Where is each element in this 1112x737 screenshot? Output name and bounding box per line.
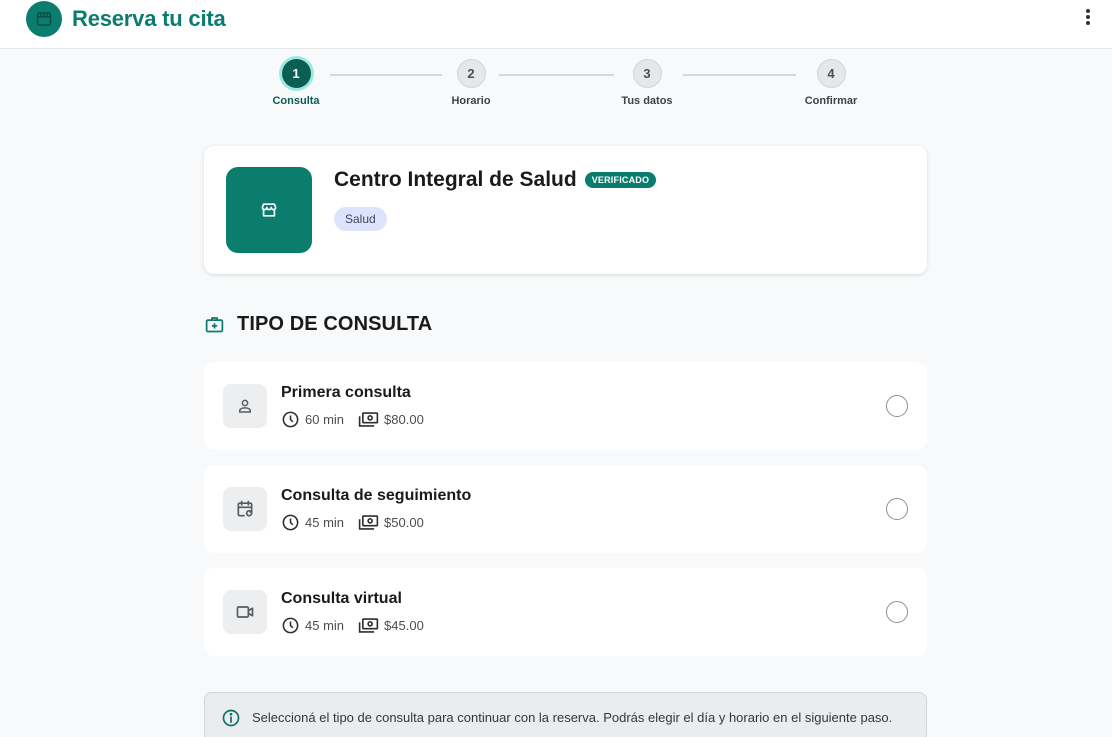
- app-header: Reserva tu cita: [0, 0, 1112, 49]
- select-radio[interactable]: [886, 395, 908, 417]
- step-number: 4: [816, 59, 846, 88]
- center-name: Centro Integral de Salud: [334, 168, 577, 191]
- price-text: $45.00: [384, 618, 424, 633]
- center-name-row: Centro Integral de Salud VERIFICADO: [334, 168, 657, 192]
- step-label: Consulta: [272, 95, 320, 107]
- select-radio[interactable]: [886, 498, 908, 520]
- money-icon: [358, 618, 379, 633]
- step-number: 1: [281, 59, 311, 88]
- option-name: Consulta virtual: [281, 590, 402, 607]
- duration: 60 min: [281, 410, 344, 429]
- step-number: 2: [456, 59, 486, 88]
- step-horario[interactable]: 2 Horario: [426, 56, 516, 107]
- consultation-option-virtual[interactable]: Consulta virtual 45 min $45.00: [204, 568, 927, 656]
- option-meta: 45 min $50.00: [281, 513, 438, 532]
- option-meta: 45 min $45.00: [281, 616, 438, 635]
- option-name: Consulta de seguimiento: [281, 487, 472, 504]
- medical-bag-icon: [205, 317, 224, 333]
- video-camera-icon: [236, 606, 254, 618]
- storefront-icon: [261, 203, 277, 217]
- money-icon: [358, 515, 379, 530]
- duration-text: 45 min: [305, 618, 345, 633]
- option-name: Primera consulta: [281, 384, 411, 401]
- calendar-repeat-icon: [237, 500, 253, 517]
- verified-badge: VERIFICADO: [584, 172, 657, 188]
- price: $80.00: [358, 411, 424, 428]
- price-text: $80.00: [384, 412, 424, 427]
- section-title: TIPO DE CONSULTA: [237, 313, 433, 335]
- step-label: Tus datos: [621, 95, 673, 107]
- step-tus-datos[interactable]: 3 Tus datos: [602, 56, 692, 107]
- duration: 45 min: [281, 616, 344, 635]
- center-logo: [226, 167, 312, 253]
- more-options-icon[interactable]: [1077, 6, 1099, 28]
- step-label: Confirmar: [804, 95, 858, 107]
- step-connector: [683, 74, 796, 76]
- price: $45.00: [358, 617, 424, 634]
- app-title: Reserva tu cita: [72, 6, 226, 31]
- category-chip: Salud: [334, 207, 387, 231]
- info-banner: Seleccioná el tipo de consulta para cont…: [204, 692, 927, 737]
- clock-icon: [282, 411, 299, 428]
- step-consulta[interactable]: 1 Consulta: [251, 56, 341, 107]
- clock-icon: [282, 617, 299, 634]
- step-number: 3: [632, 59, 662, 88]
- person-icon: [239, 399, 251, 413]
- info-text: Seleccioná el tipo de consulta para cont…: [252, 710, 893, 725]
- center-info-card: Centro Integral de Salud VERIFICADO Salu…: [204, 146, 927, 274]
- option-icon-box: [223, 487, 267, 531]
- money-icon: [358, 412, 379, 427]
- consultation-option-primera[interactable]: Primera consulta 60 min $80.00: [204, 362, 927, 450]
- price-text: $50.00: [384, 515, 424, 530]
- step-connector: [499, 74, 614, 76]
- step-confirmar[interactable]: 4 Confirmar: [786, 56, 876, 107]
- option-meta: 60 min $80.00: [281, 410, 438, 429]
- price: $50.00: [358, 514, 424, 531]
- info-icon: [222, 709, 240, 727]
- step-label: Horario: [451, 95, 491, 107]
- duration-text: 60 min: [305, 412, 345, 427]
- select-radio[interactable]: [886, 601, 908, 623]
- option-icon-box: [223, 384, 267, 428]
- storefront-icon: [36, 12, 52, 26]
- option-icon-box: [223, 590, 267, 634]
- duration-text: 45 min: [305, 515, 345, 530]
- section-header: TIPO DE CONSULTA: [204, 313, 432, 336]
- progress-stepper: 1 Consulta 2 Horario 3 Tus datos 4 Confi…: [0, 56, 1112, 116]
- consultation-option-seguimiento[interactable]: Consulta de seguimiento 45 min $50.00: [204, 465, 927, 553]
- clock-icon: [282, 514, 299, 531]
- duration: 45 min: [281, 513, 344, 532]
- brand-logo[interactable]: [26, 1, 62, 37]
